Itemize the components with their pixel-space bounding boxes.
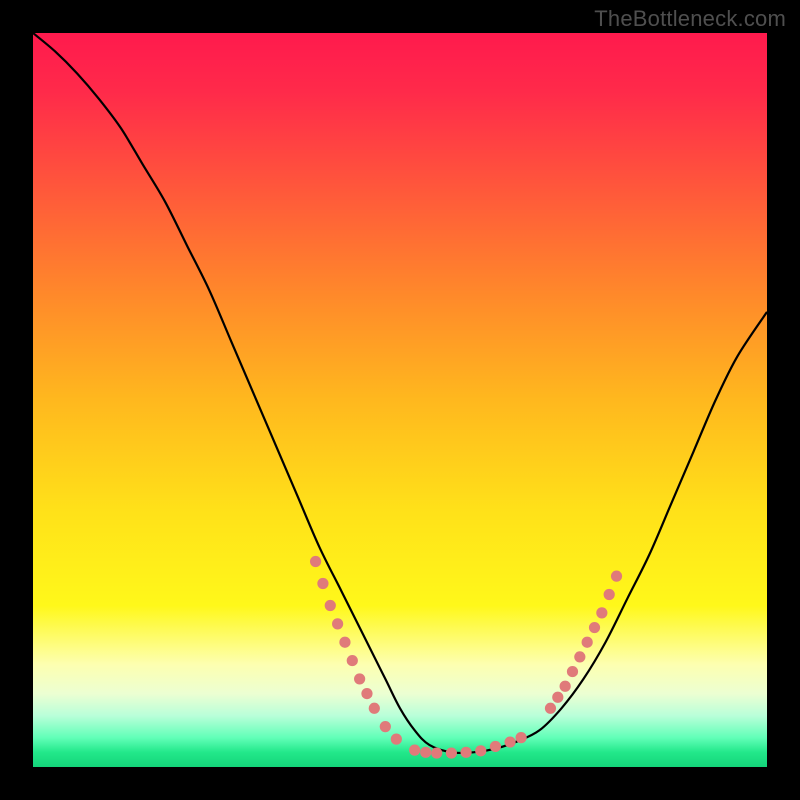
curve-dot <box>611 571 622 582</box>
curve-dot <box>560 681 571 692</box>
watermark-text: TheBottleneck.com <box>594 6 786 32</box>
curve-dot <box>490 741 501 752</box>
curve-dot <box>354 673 365 684</box>
curve-dot <box>339 637 350 648</box>
curve-dot <box>317 578 328 589</box>
curve-dot <box>325 600 336 611</box>
plot-area <box>33 33 767 767</box>
curve-dot <box>589 622 600 633</box>
curve-dot <box>347 655 358 666</box>
curve-dot <box>552 692 563 703</box>
chart-frame: TheBottleneck.com <box>0 0 800 800</box>
chart-overlay <box>33 33 767 767</box>
curve-dot <box>582 637 593 648</box>
curve-dot <box>380 721 391 732</box>
curve-dot <box>516 732 527 743</box>
curve-dot <box>431 747 442 758</box>
bottleneck-curve <box>33 33 767 753</box>
dotted-overlay <box>310 556 622 759</box>
curve-dot <box>567 666 578 677</box>
curve-dot <box>596 607 607 618</box>
curve-dot <box>409 745 420 756</box>
curve-dot <box>369 703 380 714</box>
curve-dot <box>604 589 615 600</box>
curve-dot <box>310 556 321 567</box>
curve-dot <box>505 736 516 747</box>
curve-dot <box>361 688 372 699</box>
curve-dot <box>420 747 431 758</box>
curve-dot <box>545 703 556 714</box>
curve-dot <box>460 747 471 758</box>
curve-dot <box>475 745 486 756</box>
curve-dot <box>446 747 457 758</box>
curve-dot <box>574 651 585 662</box>
curve-dot <box>391 734 402 745</box>
curve-dot <box>332 618 343 629</box>
